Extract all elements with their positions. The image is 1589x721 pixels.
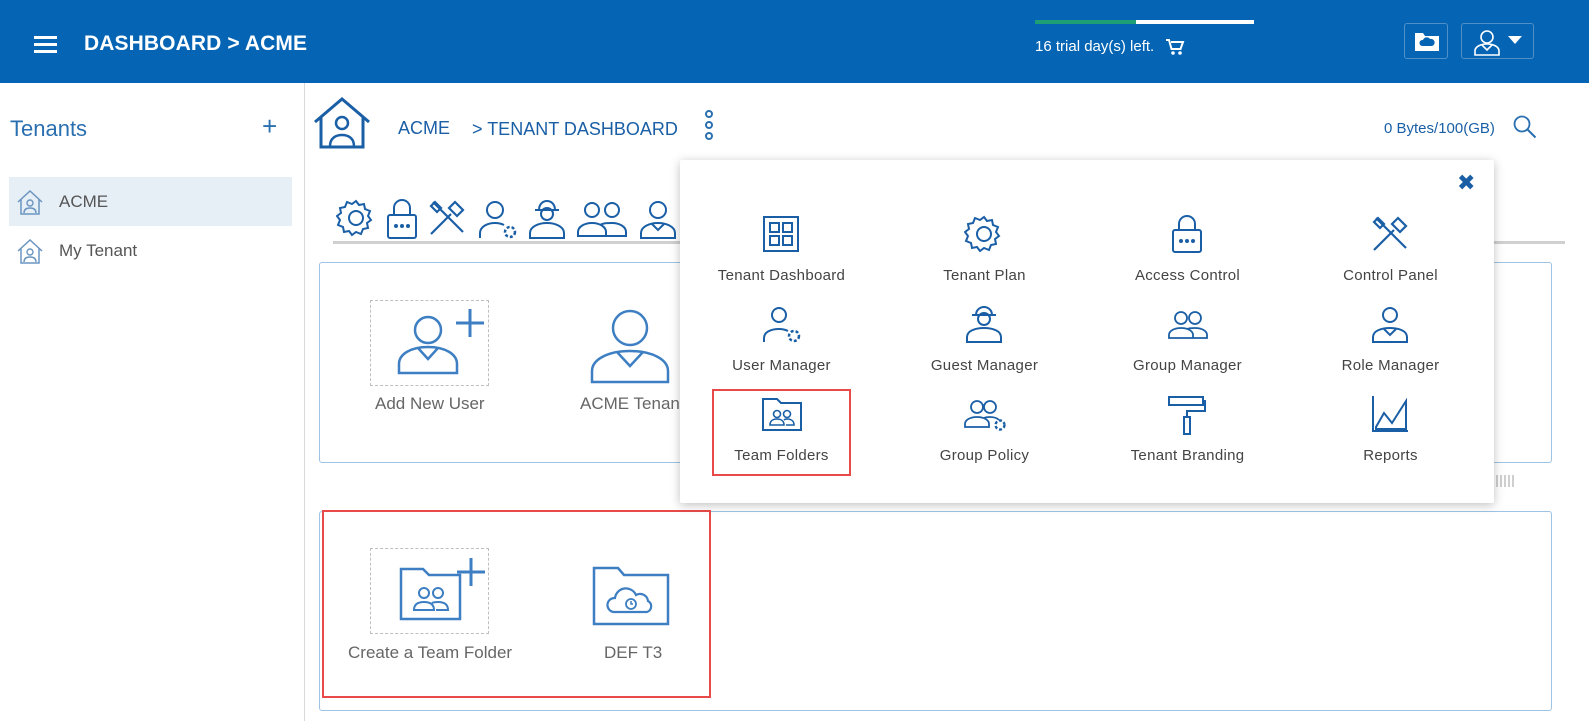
user-menu-button[interactable]	[1461, 23, 1534, 59]
trial-progress-bar	[1035, 20, 1254, 24]
chevron-down-icon	[1508, 36, 1522, 44]
chart-icon	[1372, 396, 1408, 432]
cloud-folder-icon	[1415, 33, 1439, 51]
storage-usage: 0 Bytes/100(GB)	[1384, 120, 1495, 137]
menu-item-guest-manager[interactable]: Guest Manager	[883, 304, 1086, 390]
breadcrumb-current: > TENANT DASHBOARD	[472, 119, 678, 139]
menu-item-reports[interactable]: Reports	[1289, 394, 1492, 480]
role-icon[interactable]	[638, 198, 678, 240]
lock-icon	[1172, 215, 1202, 253]
group-icon	[1168, 311, 1208, 339]
menu-item-label: Tenant Dashboard	[717, 267, 846, 284]
menu-item-user-manager[interactable]: User Manager	[680, 304, 883, 390]
menu-item-access-control[interactable]: Access Control	[1086, 214, 1289, 300]
breadcrumb-acme-link[interactable]: ACME	[398, 118, 450, 139]
tenants-sidebar: Tenants + ACME My Tenant	[0, 83, 305, 721]
highlight-box	[322, 510, 711, 698]
menu-item-label: Tenant Branding	[1130, 447, 1245, 464]
sidebar-item-label: My Tenant	[59, 241, 138, 260]
more-options-icon[interactable]	[703, 110, 715, 144]
menu-item-group-manager[interactable]: Group Manager	[1086, 304, 1289, 390]
trial-status-text: 16 trial day(s) left.	[1035, 38, 1155, 55]
menu-item-label: Role Manager	[1341, 357, 1440, 374]
menu-item-group-policy[interactable]: Group Policy	[883, 394, 1086, 480]
menu-item-tenant-plan[interactable]: Tenant Plan	[883, 214, 1086, 300]
scroll-handle[interactable]	[1496, 474, 1516, 487]
menu-item-label: User Manager	[732, 357, 831, 374]
highlight-box	[712, 389, 851, 476]
tenant-user-label[interactable]: ACME Tenant	[580, 394, 685, 414]
gear-icon	[964, 215, 1001, 253]
group-policy-icon	[964, 400, 1006, 431]
add-tenant-button[interactable]: +	[262, 113, 277, 139]
search-icon[interactable]	[1512, 114, 1538, 140]
sidebar-title: Tenants	[10, 116, 88, 141]
close-icon[interactable]: ✖	[1457, 170, 1475, 196]
menu-item-role-manager[interactable]: Role Manager	[1289, 304, 1492, 390]
menu-item-label: Control Panel	[1343, 267, 1438, 284]
group-icon[interactable]	[576, 198, 628, 240]
guest-icon	[966, 305, 1002, 343]
user-gear-icon	[763, 307, 801, 343]
tools-icon	[1372, 216, 1408, 251]
sidebar-item-acme[interactable]: ACME	[9, 177, 292, 226]
menu-item-label: Reports	[1363, 447, 1418, 464]
menu-item-label: Group Manager	[1133, 357, 1242, 374]
menu-item-tenant-branding[interactable]: Tenant Branding	[1086, 394, 1289, 480]
user-manager-icon[interactable]	[478, 198, 520, 240]
tools-icon[interactable]	[427, 198, 467, 238]
grid-icon	[763, 216, 799, 252]
user-icon	[1474, 30, 1500, 56]
gear-icon[interactable]	[336, 198, 376, 238]
hamburger-icon[interactable]	[34, 36, 57, 56]
menu-item-tenant-dashboard[interactable]: Tenant Dashboard	[680, 214, 883, 300]
top-header: DASHBOARD > ACME 16 trial day(s) left.	[0, 0, 1589, 83]
sidebar-item-my-tenant[interactable]: My Tenant	[9, 226, 292, 275]
add-user-icon	[397, 309, 484, 375]
tenant-home-icon	[17, 238, 43, 264]
cloud-folder-button[interactable]	[1404, 23, 1448, 59]
menu-item-label: Tenant Plan	[943, 267, 1026, 284]
add-user-label: Add New User	[375, 394, 485, 413]
guest-icon[interactable]	[527, 198, 567, 240]
tenant-home-icon	[314, 97, 370, 149]
tenant-home-icon	[17, 189, 43, 215]
paint-roller-icon	[1168, 396, 1206, 435]
sidebar-item-label: ACME	[59, 192, 109, 211]
page-title: DASHBOARD > ACME	[84, 32, 308, 55]
tenant-user-icon[interactable]	[589, 308, 671, 384]
menu-item-label: Group Policy	[939, 447, 1030, 464]
menu-item-label: Guest Manager	[930, 357, 1039, 374]
lock-icon[interactable]	[385, 198, 419, 240]
menu-item-label: Access Control	[1134, 267, 1241, 284]
role-icon	[1372, 307, 1408, 343]
tenant-menu-dropdown: ✖ Tenant Dashboard Tenant Plan Access Co…	[680, 160, 1494, 503]
menu-item-control-panel[interactable]: Control Panel	[1289, 214, 1492, 300]
cart-icon[interactable]	[1165, 38, 1185, 56]
